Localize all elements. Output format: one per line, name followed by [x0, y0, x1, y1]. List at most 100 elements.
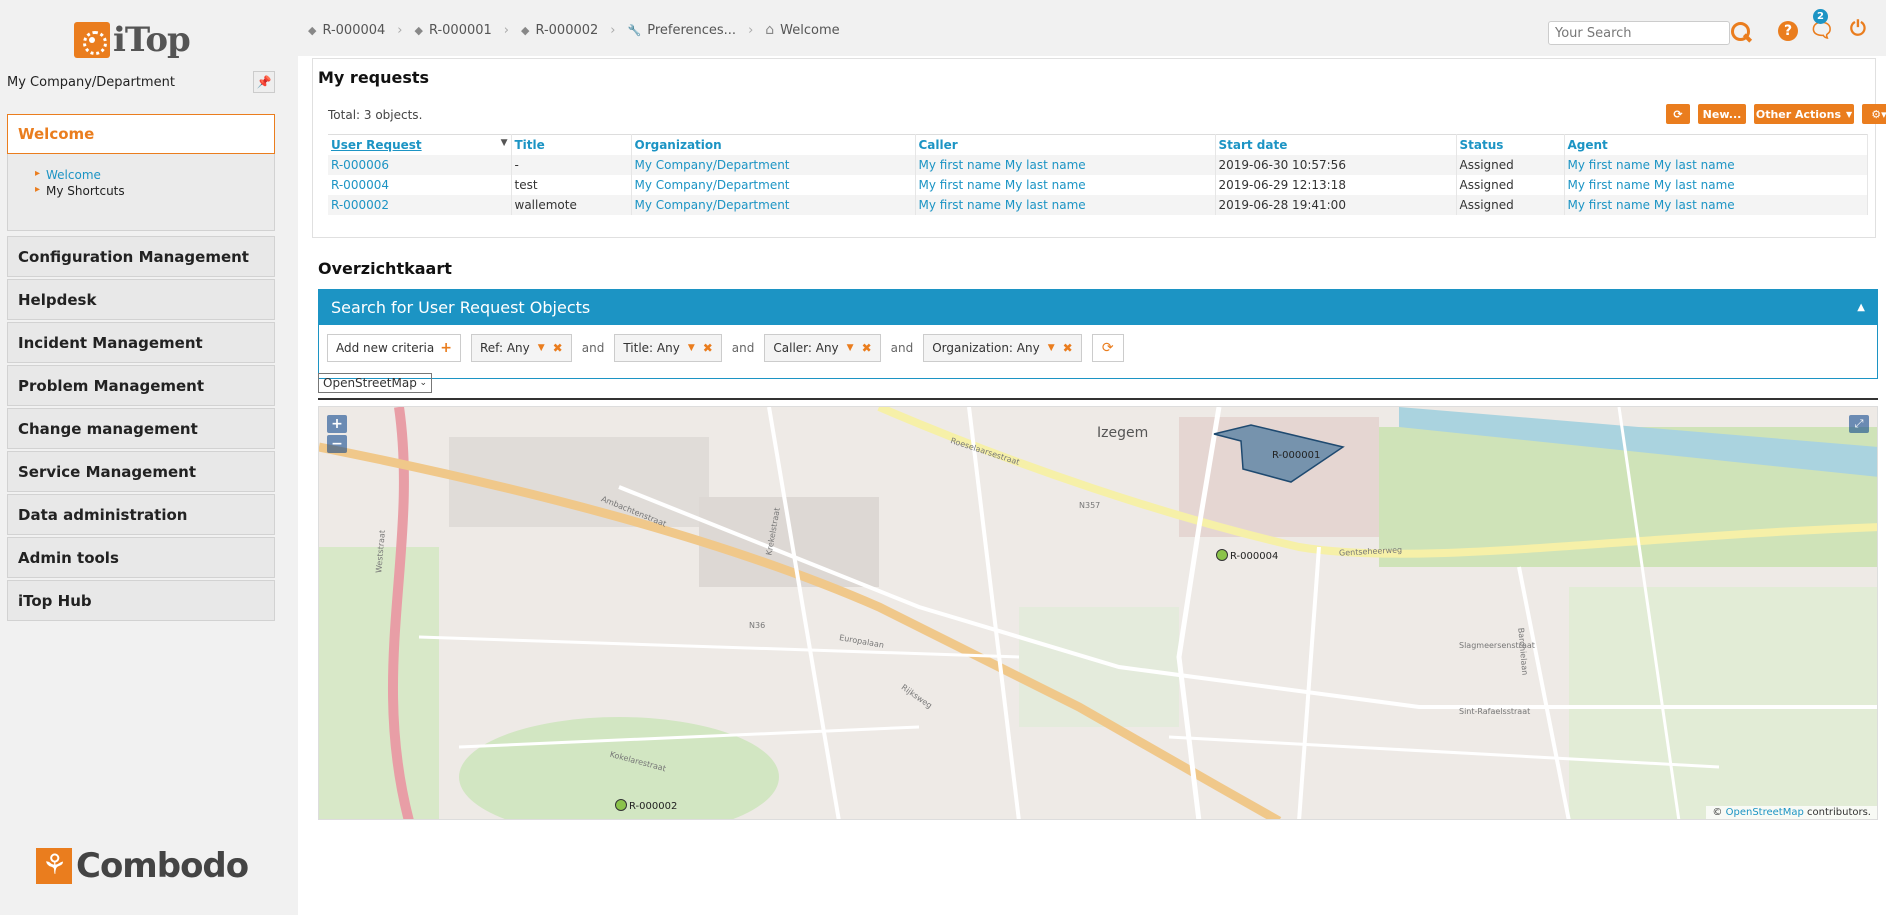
- new-button[interactable]: New...: [1698, 104, 1746, 124]
- menu-group-data-administration[interactable]: Data administration: [7, 494, 275, 535]
- column-header-organization[interactable]: Organization: [631, 134, 916, 155]
- breadcrumb-label: Welcome: [780, 22, 840, 38]
- breadcrumb-label: R-000001: [428, 22, 492, 38]
- tools-button[interactable]: ⚙▾: [1862, 104, 1886, 124]
- cell-caller-link[interactable]: My first name My last name: [915, 195, 1216, 215]
- cell-ref-link[interactable]: R-000006: [328, 155, 512, 175]
- power-icon[interactable]: ⏻: [1850, 16, 1866, 40]
- menu-group-admin-tools[interactable]: Admin tools: [7, 537, 275, 578]
- chevron-right-icon: ›: [397, 22, 403, 38]
- map-street: [1297, 546, 1321, 819]
- menu-group-itop-hub[interactable]: iTop Hub: [7, 580, 275, 621]
- map-street: [967, 407, 1021, 819]
- criterion-ref[interactable]: Ref: Any ▼ ✖: [470, 334, 572, 362]
- request-marker-r000004[interactable]: [1216, 549, 1228, 561]
- cell-agent-link[interactable]: My first name My last name: [1564, 155, 1868, 175]
- divider: [318, 398, 1878, 400]
- fullscreen-icon[interactable]: ⤢: [1849, 415, 1869, 433]
- request-marker-r000002[interactable]: [615, 799, 627, 811]
- column-header-status[interactable]: Status: [1456, 134, 1565, 155]
- menu-group-welcome-header[interactable]: Welcome: [7, 114, 275, 154]
- criterion-title[interactable]: Title: Any ▼ ✖: [614, 334, 722, 362]
- main-content: My requests Total: 3 objects. ⟳ New... O…: [298, 56, 1886, 915]
- criterion-organization[interactable]: Organization: Any ▼ ✖: [923, 334, 1082, 362]
- criterion-caller[interactable]: Caller: Any ▼ ✖: [764, 334, 881, 362]
- map-street: [767, 407, 841, 819]
- global-search: [1548, 20, 1754, 46]
- breadcrumb-item[interactable]: ◆ R-000002 ›: [521, 23, 628, 38]
- menu-group-label: iTop Hub: [18, 591, 92, 610]
- menu-group-change-management[interactable]: Change management: [7, 408, 275, 449]
- menu-item-my-shortcuts[interactable]: My Shortcuts: [35, 182, 274, 199]
- itop-logo[interactable]: iTop: [74, 20, 191, 60]
- breadcrumb-item[interactable]: 🔧 Preferences... ›: [628, 23, 766, 38]
- map-view[interactable]: Izegem Roeselaarsestraat Rijksweg Ambach…: [318, 406, 1878, 820]
- table-header-row: User Request ▼ Title Organization Caller …: [328, 134, 1868, 155]
- remove-icon[interactable]: ✖: [862, 341, 872, 355]
- cell-organization-link[interactable]: My Company/Department: [631, 175, 916, 195]
- breadcrumb-item[interactable]: ◆ R-000001 ›: [415, 23, 522, 38]
- search-panel-header[interactable]: Search for User Request Objects ▲: [319, 290, 1877, 325]
- breadcrumb-item[interactable]: ⌂ Welcome: [765, 22, 839, 38]
- menu-group-service-management[interactable]: Service Management: [7, 451, 275, 492]
- zoom-out-button[interactable]: −: [327, 435, 347, 453]
- sort-desc-icon: ▼: [500, 138, 508, 148]
- criteria-bar: Add new criteria + Ref: Any ▼ ✖ and Title: …: [327, 334, 1124, 362]
- pin-icon[interactable]: 📌: [253, 71, 275, 93]
- marker-label-r000002: R-000002: [629, 801, 678, 812]
- collapse-icon[interactable]: ▲: [1857, 302, 1865, 313]
- breadcrumb-label: Preferences...: [647, 22, 737, 38]
- cell-caller-link[interactable]: My first name My last name: [915, 175, 1216, 195]
- map-street: [1517, 566, 1571, 819]
- column-header-caller[interactable]: Caller: [915, 134, 1216, 155]
- map-attribution: © OpenStreetMap contributors.: [1706, 806, 1877, 819]
- marker-label-r000001: R-000001: [1272, 450, 1321, 461]
- cell-organization-link[interactable]: My Company/Department: [631, 195, 916, 215]
- map-section-title: Overzichtkaart: [318, 259, 452, 278]
- osm-attribution-link[interactable]: OpenStreetMap: [1726, 807, 1804, 818]
- add-criteria-label: Add new criteria: [336, 341, 435, 355]
- menu-group-helpdesk[interactable]: Helpdesk: [7, 279, 275, 320]
- search-input[interactable]: [1548, 21, 1730, 45]
- cell-caller-link[interactable]: My first name My last name: [915, 155, 1216, 175]
- menu-group-label: Incident Management: [18, 333, 203, 352]
- org-selector: My Company/Department 📌: [7, 71, 275, 93]
- remove-icon[interactable]: ✖: [703, 341, 713, 355]
- menu-group-incident-management[interactable]: Incident Management: [7, 322, 275, 363]
- cell-agent-link[interactable]: My first name My last name: [1564, 175, 1868, 195]
- search-icon[interactable]: [1728, 20, 1754, 46]
- other-actions-button[interactable]: Other Actions ▼: [1754, 104, 1854, 124]
- column-header-start-date[interactable]: Start date: [1215, 134, 1457, 155]
- column-header-title[interactable]: Title: [511, 134, 632, 155]
- cell-status: Assigned: [1456, 155, 1565, 175]
- menu-group-configuration-management[interactable]: Configuration Management: [7, 236, 275, 277]
- map-layer-select[interactable]: OpenStreetMap ⌄: [318, 373, 432, 393]
- cell-title: -: [511, 155, 632, 175]
- refresh-button[interactable]: ⟳: [1666, 104, 1690, 124]
- menu-group-label: Helpdesk: [18, 290, 97, 309]
- breadcrumb-item[interactable]: ◆ R-000004 ›: [308, 23, 415, 38]
- combodo-logo[interactable]: Combodo: [36, 846, 249, 886]
- menu-group-problem-management[interactable]: Problem Management: [7, 365, 275, 406]
- refresh-icon: ⟳: [1673, 107, 1683, 121]
- notification-badge: 2: [1813, 9, 1828, 24]
- zoom-in-button[interactable]: +: [327, 415, 347, 433]
- diamond-icon: ◆: [414, 23, 423, 37]
- remove-icon[interactable]: ✖: [1063, 341, 1073, 355]
- attribution-suffix: contributors.: [1807, 807, 1871, 818]
- diamond-icon: ◆: [521, 23, 530, 37]
- cell-ref-link[interactable]: R-000004: [328, 175, 512, 195]
- column-header-user-request[interactable]: User Request ▼: [328, 134, 512, 155]
- remove-icon[interactable]: ✖: [553, 341, 563, 355]
- marker-label-r000004: R-000004: [1230, 551, 1279, 562]
- column-header-agent[interactable]: Agent: [1564, 134, 1868, 155]
- cell-ref-link[interactable]: R-000002: [328, 195, 512, 215]
- add-criteria-button[interactable]: Add new criteria +: [327, 334, 461, 362]
- cell-title: wallemote: [511, 195, 632, 215]
- and-label: and: [731, 341, 755, 355]
- refresh-search-button[interactable]: ⟳: [1091, 334, 1124, 362]
- cell-organization-link[interactable]: My Company/Department: [631, 155, 916, 175]
- help-icon[interactable]: ?: [1778, 21, 1798, 41]
- menu-item-welcome[interactable]: Welcome: [35, 166, 274, 183]
- cell-agent-link[interactable]: My first name My last name: [1564, 195, 1868, 215]
